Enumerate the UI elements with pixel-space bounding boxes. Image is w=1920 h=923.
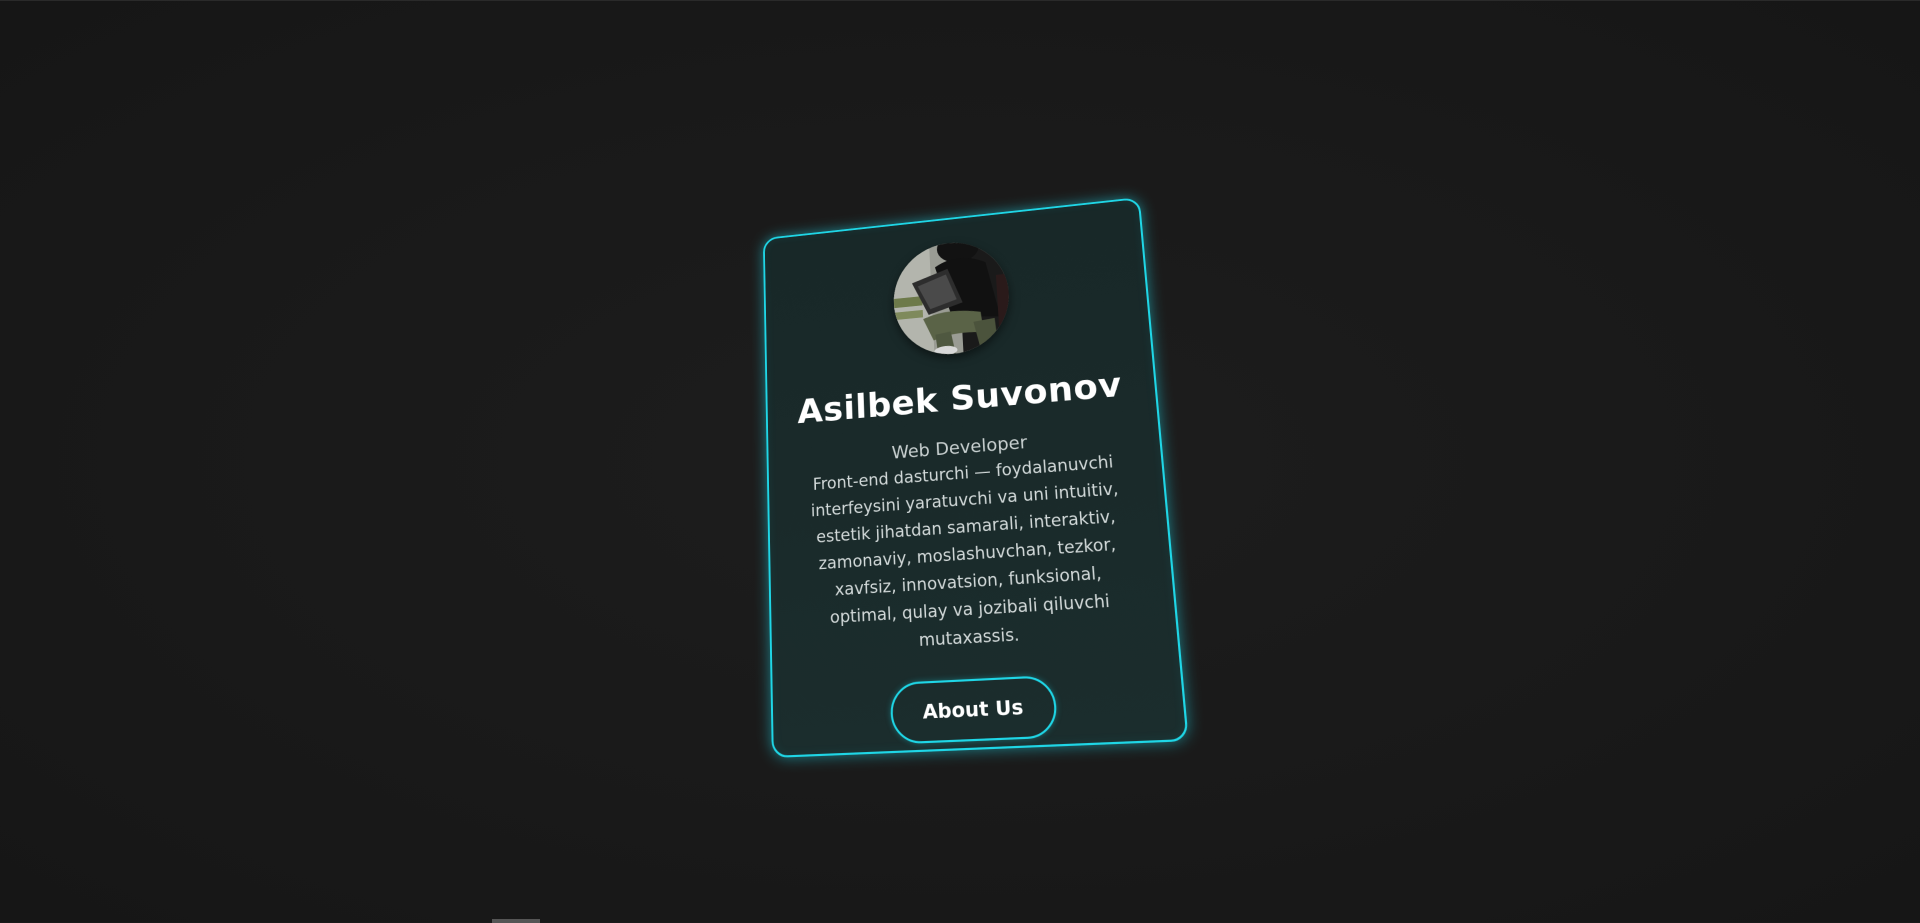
page-background: Asilbek Suvonov Web Developer Front-end … (0, 0, 1920, 923)
profile-name: Asilbek Suvonov (796, 365, 1124, 432)
about-us-button[interactable]: About Us (889, 674, 1059, 745)
scrollbar-thumb[interactable] (492, 919, 540, 923)
profile-bio: Front-end dasturchi — foydalanuvchi inte… (810, 452, 1120, 651)
person-photo-icon (891, 237, 1013, 360)
card-scene: Asilbek Suvonov Web Developer Front-end … (760, 197, 1189, 758)
avatar (891, 237, 1013, 360)
profile-card: Asilbek Suvonov Web Developer Front-end … (762, 197, 1189, 758)
